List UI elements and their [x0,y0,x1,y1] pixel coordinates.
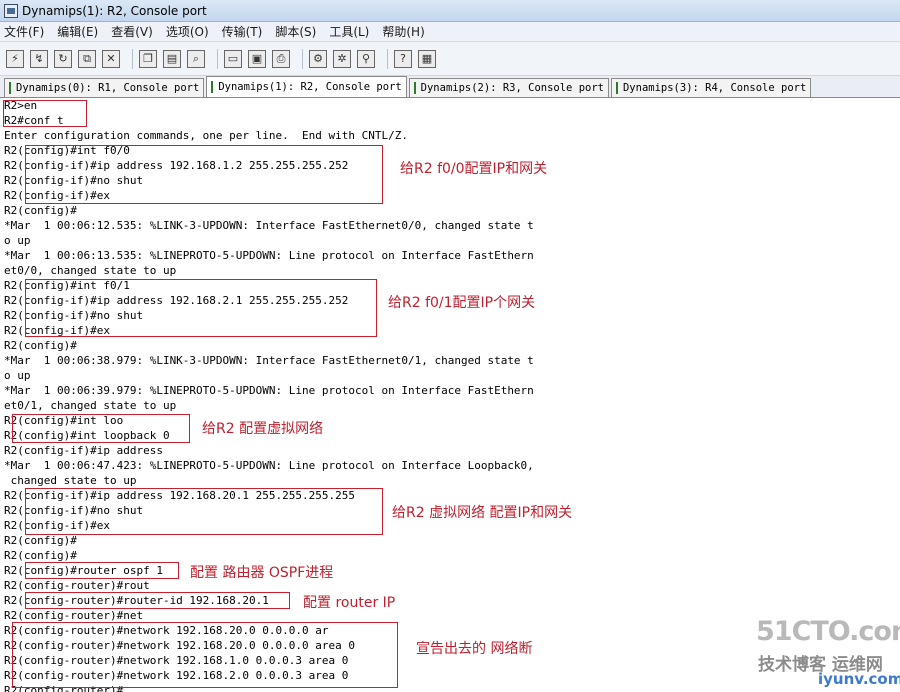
annotation-ospf: 配置 路由器 OSPF进程 [190,565,334,581]
sftp-icon[interactable]: ▦ [418,49,436,68]
console-line: *Mar 1 00:06:39.979: %LINEPROTO-5-UPDOWN… [4,384,534,397]
highlight-box-loopback-ip [25,488,383,535]
clone-session-icon[interactable]: ⧉ [78,49,96,68]
menu-options[interactable]: 选项(O) [166,23,209,40]
highlight-box-f0-0 [25,145,383,204]
tab-status-icon [413,82,416,94]
toolbar-separator [132,48,133,69]
annotation-loopback: 给R2 配置虚拟网络 [202,421,324,437]
console-line: *Mar 1 00:06:38.979: %LINK-3-UPDOWN: Int… [4,354,534,367]
console-line: changed state to up [4,474,137,487]
help-icon[interactable]: ? [394,49,412,68]
paste-icon[interactable]: ▤ [163,49,181,68]
tab-label: Dynamips(0): R1, Console port [16,82,200,94]
global-options-icon[interactable]: ✲ [333,49,351,68]
annotation-f0-1: 给R2 f0/1配置IP个网关 [388,295,536,311]
menu-view[interactable]: 查看(V) [111,23,153,40]
terminal-console[interactable]: R2>en R2#conf t Enter configuration comm… [0,98,900,692]
menu-help[interactable]: 帮助(H) [382,23,424,40]
tab-label: Dynamips(3): R4, Console port [622,82,807,94]
window-title: Dynamips(1): R2, Console port [22,3,207,18]
console-line: R2(config)# [4,204,77,217]
console-line: R2(config-if)#ip address [4,444,163,457]
toolbar-separator [302,48,303,69]
quick-connect-icon[interactable]: ↯ [30,49,48,68]
tab-r1-console[interactable]: Dynamips(0): R1, Console port [4,78,205,97]
tab-r4-console[interactable]: Dynamips(3): R4, Console port [610,78,812,97]
tab-status-icon [9,82,11,94]
copy-icon[interactable]: ❐ [139,49,157,68]
highlight-box-enable [3,100,87,127]
highlight-box-network [12,622,398,688]
highlight-box-ospf [25,562,179,579]
console-line: R2(config)# [4,549,77,562]
find-icon[interactable]: ⌕ [187,49,205,68]
keymap-icon[interactable]: ⚲ [357,49,375,68]
console-line: R2(config)# [4,534,77,547]
console-line: *Mar 1 00:06:13.535: %LINEPROTO-5-UPDOWN… [4,249,534,262]
menu-edit[interactable]: 编辑(E) [57,23,98,40]
title-bar: Dynamips(1): R2, Console port [0,0,900,22]
console-line: et0/1, changed state to up [4,399,177,412]
highlight-box-loopback [12,414,190,443]
reconnect-icon[interactable]: ↻ [54,49,72,68]
annotation-f0-0: 给R2 f0/0配置IP和网关 [400,161,548,177]
tab-status-icon [615,82,618,94]
console-line: Enter configuration commands, one per li… [4,129,408,142]
console-line: R2(config)# [4,339,77,352]
highlight-box-f0-1 [25,279,377,337]
annotation-loopback-ip: 给R2 虚拟网络 配置IP和网关 [392,505,573,521]
print-icon[interactable]: ⎙ [272,49,290,68]
menu-transfer[interactable]: 传输(T) [222,23,263,40]
app-icon [4,3,18,18]
highlight-box-router-id [25,592,290,609]
annotation-router-id: 配置 router IP [303,595,396,611]
toolbar-separator [217,48,218,69]
session-options-icon[interactable]: ⚙ [309,49,327,68]
watermark-51cto: 51CTO.com [756,616,900,647]
disconnect-icon[interactable]: ✕ [102,49,120,68]
tab-r3-console[interactable]: Dynamips(2): R3, Console port [408,78,609,97]
tab-r2-console[interactable]: Dynamips(1): R2, Console port [206,76,407,97]
toolbar-separator [387,48,388,69]
menu-tools[interactable]: 工具(L) [329,23,369,40]
tab-label: Dynamips(2): R3, Console port [420,82,604,94]
annotation-network: 宣告出去的 网络断 [416,641,533,657]
console-line: *Mar 1 00:06:47.423: %LINEPROTO-5-UPDOWN… [4,459,534,472]
connect-icon[interactable]: ⚡ [6,49,24,68]
menu-bar: 文件(F) 编辑(E) 查看(V) 选项(O) 传输(T) 脚本(S) 工具(L… [0,22,900,42]
console-line: o up [4,234,31,247]
session-tabs: Dynamips(0): R1, Console port Dynamips(1… [0,76,900,98]
print-setup-icon[interactable]: ▭ [224,49,242,68]
console-line: R2(config-router)#net [4,609,144,622]
print-preview-icon[interactable]: ▣ [248,49,266,68]
console-line: *Mar 1 00:06:12.535: %LINK-3-UPDOWN: Int… [4,219,534,232]
menu-file[interactable]: 文件(F) [4,23,44,40]
tab-label: Dynamips(1): R2, Console port [218,81,402,93]
console-line: o up [4,369,31,382]
tab-status-icon [211,81,214,93]
toolbar: ⚡ ↯ ↻ ⧉ ✕ ❐ ▤ ⌕ ▭ ▣ ⎙ ⚙ ✲ ⚲ ? ▦ [0,42,900,76]
console-line: et0/0, changed state to up [4,264,177,277]
menu-script[interactable]: 脚本(S) [275,23,316,40]
watermark-iyunv: iyunv.com [818,670,900,688]
